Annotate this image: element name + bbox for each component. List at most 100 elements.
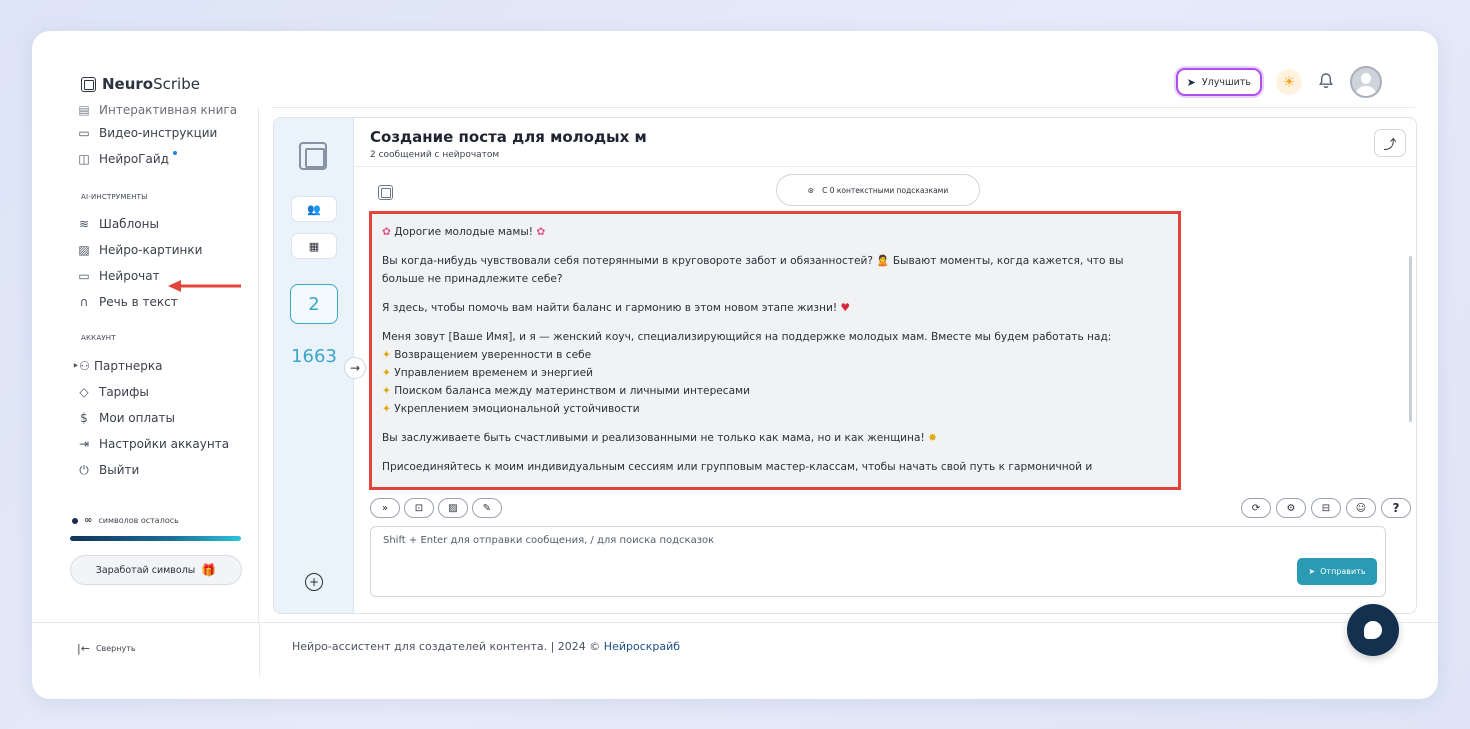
collapse-icon: |← [77, 642, 90, 655]
sidebar-item-payments[interactable]: $ Мои оплаты [77, 409, 175, 427]
rail-grid-button[interactable]: ▦ [291, 233, 337, 259]
share-button[interactable]: ⤴ [1374, 129, 1406, 157]
message-paragraph-1: Вы когда-нибудь чувствовали себя потерян… [382, 255, 1124, 285]
footer-link[interactable]: Нейроскрайб [604, 640, 680, 653]
grid-icon: ▦ [308, 239, 320, 253]
send-button[interactable]: ➤ Отправить [1297, 558, 1377, 585]
heart-icon: ♥ [840, 302, 850, 314]
sidebar-item-neuroguide[interactable]: ◫ НейроГайд [77, 150, 177, 168]
bot-icon[interactable]: ☺ [1346, 498, 1376, 518]
sidebar-item-neurochat[interactable]: ▭ Нейрочат [77, 267, 159, 285]
brand-name-light: Scribe [153, 75, 200, 93]
header-divider [272, 107, 1415, 108]
sparkle-icon: ✦ [382, 385, 391, 397]
sidebar-item-label: Выйти [99, 463, 140, 477]
send-icon: ➤ [1308, 567, 1316, 576]
section-title-account: АККАУНТ [81, 334, 116, 342]
upload-image-icon[interactable]: ▨ [438, 498, 468, 518]
sidebar-item-label: Тарифы [99, 385, 149, 399]
context-hints-pill[interactable]: ⊛ С 0 контекстными подсказками [776, 174, 980, 206]
paragraph-3-intro: Меня зовут [Ваше Имя], и я — женский коу… [382, 331, 1112, 343]
collapse-sidebar-button[interactable]: |← Свернуть [77, 642, 136, 655]
new-indicator-dot [172, 151, 177, 155]
paragraph-4-text: Вы заслуживаете быть счастливыми и реали… [382, 432, 925, 444]
bullet-item: ✦ Управлением временем и энергией [382, 364, 1168, 382]
sidebar-footer-divider [259, 622, 260, 676]
upgrade-button[interactable]: ➤ Улучшить [1175, 68, 1262, 96]
book-icon: ▤ [78, 103, 90, 117]
chat-scrollbar[interactable] [1409, 256, 1412, 422]
headphones-icon: ∩ [79, 295, 89, 309]
power-icon: ⏻ [79, 462, 89, 477]
brand-name: NeuroScribe [102, 75, 200, 93]
expand-arrow-icon[interactable]: → [344, 357, 366, 379]
chat-rail: 👥 ▦ 2 1663 + [274, 118, 354, 613]
context-icon: ⊛ [807, 185, 815, 195]
sidebar-item-label: Интерактивная книга [99, 103, 238, 117]
footer-divider [32, 622, 1438, 623]
annotation-red-arrow [168, 280, 241, 292]
sidebar-item-logout[interactable]: ⏻ Выйти [77, 461, 139, 479]
chat-header-divider [354, 166, 1416, 167]
rail-users-button[interactable]: 👥 [291, 196, 337, 222]
paragraph-2-text: Я здесь, чтобы помочь вам найти баланс и… [382, 302, 838, 314]
notifications-bell-icon[interactable] [1316, 72, 1336, 93]
sidebar-item-video[interactable]: ▭ Видео-инструкции [77, 124, 217, 142]
earn-symbols-button[interactable]: Заработай символы 🎁 [70, 555, 242, 585]
symbols-progress-fill [70, 536, 241, 541]
bullet-text: Поиском баланса между материнством и лич… [394, 385, 750, 397]
sidebar-item-neuro-images[interactable]: ▨ Нейро-картинки [77, 241, 202, 259]
sidebar-item-partner[interactable]: ‣⚇ Партнерка [72, 357, 162, 375]
brand-name-bold: Neuro [102, 75, 154, 93]
collapse-chevrons-icon[interactable]: » [370, 498, 400, 518]
sidebar-item-templates[interactable]: ≋ Шаблоны [77, 215, 159, 233]
sparkle-icon: ✦ [382, 349, 391, 361]
sparkle-icon: ✸ [928, 432, 937, 444]
dollar-icon: $ [80, 411, 88, 425]
input-toolbar-right: ⟳ ⚙ ⊟ ☺ ? [1241, 498, 1411, 518]
tag-icon: ◇ [79, 385, 89, 399]
sidebar-item-label: Мои оплаты [99, 411, 175, 425]
sidebar-item-label: Партнерка [94, 359, 163, 373]
bullet-item: ✦ Укреплением эмоциональной устойчивости [382, 400, 1168, 418]
layout-icon[interactable]: ⊟ [1311, 498, 1341, 518]
bullet-text: Управлением временем и энергией [394, 367, 593, 379]
theme-toggle-sun-icon[interactable]: ☀ [1276, 69, 1302, 95]
image-icon: ▨ [78, 243, 90, 257]
input-toolbar-left: » ⊡ ▨ ✎ [370, 498, 502, 518]
symbols-remaining: ∞ символов осталось [72, 515, 179, 526]
message-paragraph-3: Меня зовут [Ваше Имя], и я — женский коу… [382, 328, 1168, 418]
guide-icon: ◫ [78, 152, 90, 166]
brand-logo[interactable]: NeuroScribe [81, 73, 200, 95]
support-chat-button[interactable] [1347, 604, 1399, 656]
add-chat-plus-icon[interactable]: + [305, 573, 323, 591]
plugin-icon[interactable]: ⟳ [1241, 498, 1271, 518]
upgrade-label: Улучшить [1201, 76, 1251, 88]
gift-icon: 🎁 [201, 563, 217, 577]
sidebar-item-speech-to-text[interactable]: ∩ Речь в текст [77, 293, 178, 311]
settings-icon[interactable]: ⚙ [1276, 498, 1306, 518]
magic-wand-icon[interactable]: ✎ [472, 498, 502, 518]
sidebar-item-account-settings[interactable]: ⇥ Настройки аккаунта [77, 435, 229, 453]
status-dot [72, 517, 78, 524]
user-avatar[interactable] [1350, 66, 1382, 98]
message-greeting: ✿ Дорогие молодые мамы! ✿ [382, 223, 1168, 241]
footer: Нейро-ассистент для создателей контента.… [292, 640, 680, 653]
upload-file-icon[interactable]: ⊡ [404, 498, 434, 518]
header-actions: ➤ Улучшить ☀ [1175, 66, 1382, 98]
symbols-progress-bar [70, 536, 241, 541]
greeting-text: Дорогие молодые мамы! [394, 226, 533, 238]
sparkle-icon: ✦ [382, 403, 391, 415]
message-input-box[interactable]: ➤ Отправить [370, 526, 1386, 597]
symbols-label: символов осталось [98, 516, 179, 525]
sidebar-item-interactive-book[interactable]: ▤ Интерактивная книга [77, 101, 237, 119]
section-title-ai: AI-ИНСТРУМЕНТЫ [81, 193, 148, 201]
chat-title: Создание поста для молодых м [370, 128, 647, 146]
message-input[interactable] [383, 535, 1183, 546]
rail-current-count[interactable]: 2 [290, 284, 338, 324]
help-icon[interactable]: ? [1381, 498, 1411, 518]
sidebar: ▤ Интерактивная книга ▭ Видео-инструкции… [32, 103, 259, 622]
sidebar-item-tariffs[interactable]: ◇ Тарифы [77, 383, 149, 401]
users-icon: ‣⚇ [72, 359, 90, 373]
sidebar-item-label: Настройки аккаунта [99, 437, 230, 451]
